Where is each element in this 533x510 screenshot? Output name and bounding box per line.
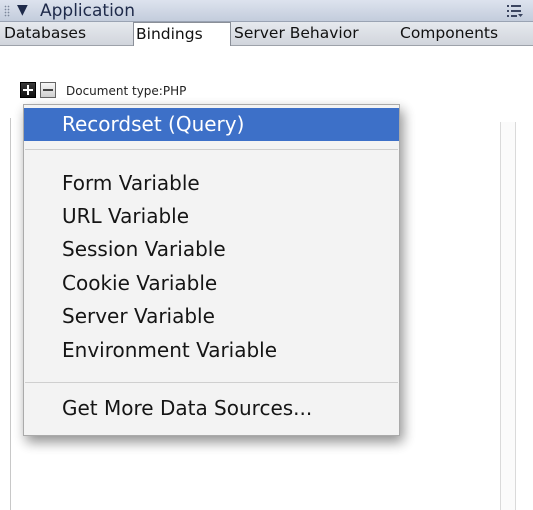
tab-databases[interactable]: Databases: [2, 22, 124, 46]
application-panel: ▼ Application Databases Bindings Server …: [0, 0, 533, 510]
content-scrollbar[interactable]: [500, 122, 516, 510]
minus-icon: [43, 89, 53, 91]
menu-separator: [25, 149, 398, 150]
panel-tabbar: Databases Bindings Server Behavior Compo…: [0, 22, 533, 47]
menu-item-session-variable[interactable]: Session Variable: [24, 233, 399, 266]
plus-icon: [23, 85, 33, 95]
remove-binding-button[interactable]: [40, 82, 56, 98]
menu-item-cookie-variable[interactable]: Cookie Variable: [24, 267, 399, 300]
add-binding-menu: Recordset (Query) Form Variable URL Vari…: [23, 104, 400, 436]
menu-separator: [25, 382, 398, 383]
add-binding-button[interactable]: [20, 82, 36, 98]
drag-grip-icon[interactable]: [4, 5, 10, 17]
menu-item-url-variable[interactable]: URL Variable: [24, 200, 399, 233]
panel-options-icon[interactable]: [507, 4, 523, 18]
menu-item-recordset[interactable]: Recordset (Query): [24, 108, 399, 141]
tab-server-behaviors[interactable]: Server Behavior: [232, 22, 387, 46]
menu-item-environment-variable[interactable]: Environment Variable: [24, 334, 399, 367]
menu-item-get-more-data-sources[interactable]: Get More Data Sources...: [24, 392, 399, 425]
tab-bindings[interactable]: Bindings: [133, 22, 231, 47]
document-type-label: Document type:PHP: [66, 84, 187, 98]
panel-title[interactable]: Application: [40, 1, 135, 21]
collapse-arrow-icon[interactable]: ▼: [17, 2, 28, 18]
tab-components[interactable]: Components: [398, 22, 533, 46]
panel-titlebar[interactable]: ▼ Application: [0, 0, 533, 22]
menu-item-server-variable[interactable]: Server Variable: [24, 300, 399, 333]
menu-item-form-variable[interactable]: Form Variable: [24, 167, 399, 200]
